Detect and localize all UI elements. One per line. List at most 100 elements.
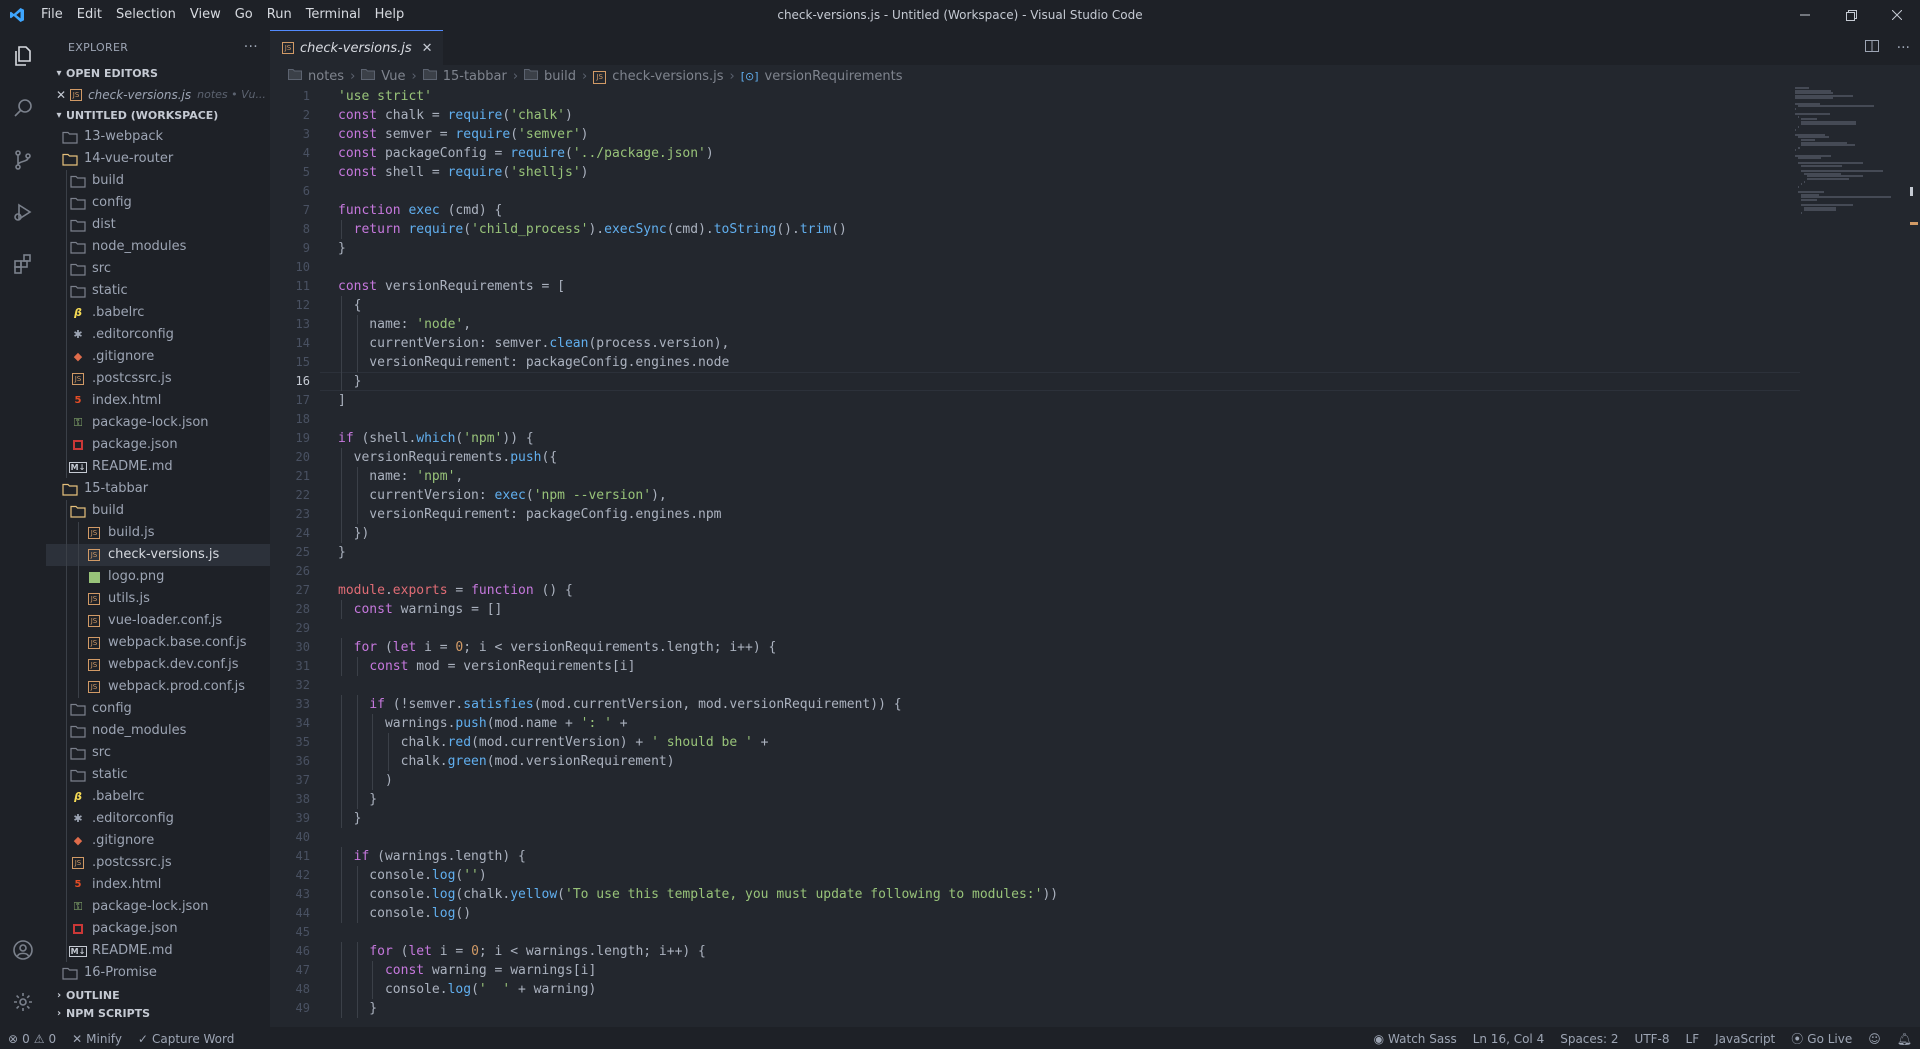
code-line[interactable]: if (shell.which('npm')) { [338,429,534,448]
close-window-icon[interactable] [1874,0,1920,30]
code-line[interactable]: const warnings = [] [338,600,503,619]
tree-item[interactable]: 15-tabbar [46,478,270,500]
close-icon[interactable]: ✕ [56,84,66,106]
tree-item[interactable]: ⚿ package-lock.json [46,896,270,918]
watch-sass-button[interactable]: ◉ Watch Sass [1366,1032,1465,1046]
breadcrumb-item[interactable]: 15-tabbar [443,69,507,84]
code-line[interactable]: } [338,543,346,562]
breadcrumb-item[interactable]: versionRequirements [765,69,903,84]
menu-go[interactable]: Go [228,0,260,30]
minimap[interactable] [1795,87,1905,227]
code-line[interactable]: } [338,239,346,258]
menu-terminal[interactable]: Terminal [299,0,368,30]
tree-item[interactable]: build [46,170,270,192]
tree-item[interactable]: ✱ .editorconfig [46,808,270,830]
code-line[interactable]: console.log(' ' + warning) [338,980,596,999]
minify-button[interactable]: ✕ Minify [64,1032,130,1046]
problems-indicator[interactable]: ⊗ 0 ⚠ 0 [0,1032,64,1046]
tree-item[interactable]: 16-Promise [46,962,270,984]
tree-item[interactable]: JS webpack.base.conf.js [46,632,270,654]
tree-item[interactable]: static [46,280,270,302]
encoding[interactable]: UTF-8 [1627,1032,1678,1046]
tree-item[interactable]: build [46,500,270,522]
menu-file[interactable]: File [34,0,70,30]
tree-item[interactable]: JS webpack.prod.conf.js [46,676,270,698]
code-line[interactable]: console.log(chalk.yellow('To use this te… [338,885,1058,904]
indentation[interactable]: Spaces: 2 [1552,1032,1626,1046]
code-line[interactable]: currentVersion: semver.clean(process.ver… [338,334,729,353]
tree-item[interactable]: 14-vue-router [46,148,270,170]
tree-item[interactable]: JS webpack.dev.conf.js [46,654,270,676]
notifications-bell-icon[interactable]: 🔔︎ [1889,1032,1920,1046]
restore-icon[interactable] [1828,0,1874,30]
tree-item[interactable]: JS .postcssrc.js [46,852,270,874]
tree-item[interactable]: logo.png [46,566,270,588]
code-line[interactable]: if (!semver.satisfies(mod.currentVersion… [338,695,901,714]
tree-item[interactable]: package.json [46,434,270,456]
tree-item[interactable]: M↓ README.md [46,940,270,962]
explorer-icon[interactable] [0,30,46,82]
code-line[interactable]: const warning = warnings[i] [338,961,596,980]
open-editors-section[interactable]: ▾ OPEN EDITORS [46,64,270,84]
more-actions-icon[interactable]: ··· [244,39,258,55]
code-line[interactable]: console.log() [338,904,471,923]
minimize-icon[interactable] [1782,0,1828,30]
cursor-position[interactable]: Ln 16, Col 4 [1465,1032,1553,1046]
code-line[interactable]: currentVersion: exec('npm --version'), [338,486,666,505]
tree-item[interactable]: ◆ .gitignore [46,346,270,368]
code-line[interactable]: name: 'node', [338,315,471,334]
code-line[interactable]: for (let i = 0; i < versionRequirements.… [338,638,777,657]
tree-item[interactable]: JS utils.js [46,588,270,610]
tree-item[interactable]: β .babelrc [46,302,270,324]
tree-item[interactable]: node_modules [46,236,270,258]
tree-item[interactable]: config [46,698,270,720]
code-line[interactable]: ) [338,771,393,790]
manage-gear-icon[interactable] [0,976,46,1028]
language-mode[interactable]: JavaScript [1707,1032,1783,1046]
close-tab-icon[interactable]: ✕ [422,41,433,56]
split-editor-icon[interactable] [1864,39,1879,57]
tree-item[interactable]: JS build.js [46,522,270,544]
menu-run[interactable]: Run [260,0,299,30]
code-line[interactable]: return require('child_process').execSync… [338,220,847,239]
tree-item[interactable]: ◆ .gitignore [46,830,270,852]
search-icon[interactable] [0,82,46,134]
code-line[interactable]: const semver = require('semver') [338,125,589,144]
tree-item[interactable]: JS .postcssrc.js [46,368,270,390]
code-line[interactable]: const versionRequirements = [ [338,277,565,296]
tree-item[interactable]: JS vue-loader.conf.js [46,610,270,632]
tree-item[interactable]: node_modules [46,720,270,742]
code-line[interactable]: if (warnings.length) { [338,847,526,866]
extensions-icon[interactable] [0,238,46,290]
code-line[interactable]: const packageConfig = require('../packag… [338,144,714,163]
menu-edit[interactable]: Edit [70,0,109,30]
tree-item[interactable]: β .babelrc [46,786,270,808]
tree-item[interactable]: dist [46,214,270,236]
code-line[interactable]: const chalk = require('chalk') [338,106,573,125]
open-editor-item[interactable]: ✕ JS check-versions.js notes • Vu... [46,84,270,106]
tree-item[interactable]: config [46,192,270,214]
code-line[interactable]: }) [338,524,370,543]
tree-item[interactable]: 5 index.html [46,390,270,412]
code-line[interactable]: for (let i = 0; i < warnings.length; i++… [338,942,706,961]
code-line[interactable]: const shell = require('shelljs') [338,163,589,182]
code-line[interactable]: console.log('') [338,866,486,885]
menu-help[interactable]: Help [368,0,412,30]
run-debug-icon[interactable] [0,186,46,238]
code-line[interactable]: module.exports = function () { [338,581,573,600]
tree-item[interactable]: M↓ README.md [46,456,270,478]
more-actions-icon[interactable]: ··· [1897,40,1910,56]
tree-item[interactable]: ✱ .editorconfig [46,324,270,346]
tree-item[interactable]: package.json [46,918,270,940]
tree-item[interactable]: JS check-versions.js [46,544,270,566]
code-editor[interactable]: 1 2 3 4 5 6 7 8 9 10 11 12 13 14 15 16 17 18 19 20 21 22 23 24 2… [270,87,1920,1027]
tree-item[interactable]: src [46,742,270,764]
code-line[interactable]: versionRequirement: packageConfig.engine… [338,505,721,524]
code-line[interactable]: ] [338,391,346,410]
menu-selection[interactable]: Selection [109,0,183,30]
tab-check-versions[interactable]: JS check-versions.js ✕ [270,30,443,65]
workspace-section[interactable]: ▾ UNTITLED (WORKSPACE) [46,106,270,126]
breadcrumb-item[interactable]: build [544,69,576,84]
tree-item[interactable]: 5 index.html [46,874,270,896]
npm-scripts-section[interactable]: › NPM SCRIPTS [46,1004,270,1024]
